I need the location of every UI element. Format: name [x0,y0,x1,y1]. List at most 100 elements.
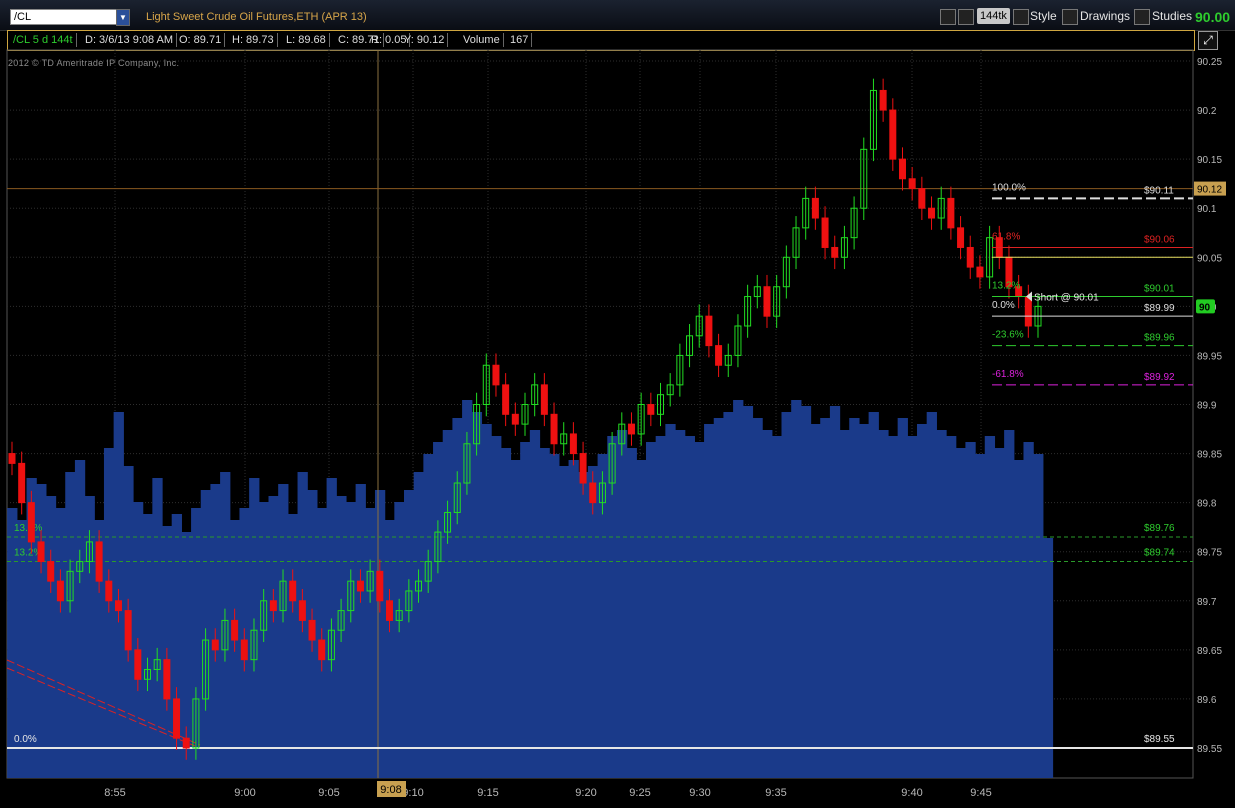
candle-body [569,433,577,455]
candle-body [908,178,916,190]
x-tick-label: 9:00 [234,787,255,799]
candle-body [144,668,152,680]
candle-body [415,580,423,592]
y-tick-label: 90.0 [1197,302,1217,313]
candle-body [37,541,45,563]
candle-body [395,610,403,621]
fib-price-left: $89.76 [1144,523,1175,534]
volume-bar [597,454,608,778]
fib-price-left: $89.74 [1144,548,1175,559]
symbol-description: Light Sweet Crude Oil Futures,ETH (APR 1… [146,11,367,23]
tick-aggregation-badge[interactable]: 144tk [977,8,1010,24]
x-tick-label: 9:25 [629,787,650,799]
candle-body [298,600,306,621]
x-tick-label: 9:40 [901,787,922,799]
candle-body [66,570,74,602]
candle-body [560,433,568,445]
volume-bar [820,418,831,778]
candle-body [289,580,297,602]
y-tick-label: 89.8 [1197,499,1217,510]
wrench-icon[interactable] [958,9,974,25]
x-tick-label: 9:05 [318,787,339,799]
candle-body [211,639,219,651]
candle-body [385,600,393,621]
candle-body [347,580,355,612]
volume-bar [36,484,47,778]
volume-bar [500,448,512,778]
plot-frame [6,49,1194,779]
studies-icon[interactable] [1134,9,1150,25]
x-tick-label: 9:45 [970,787,991,799]
drawings-button[interactable]: Drawings [1080,8,1130,24]
volume-bar [413,472,424,778]
candle-body [976,266,984,278]
volume-bar [26,478,37,778]
y-tick-label: 89.75 [1197,548,1222,559]
copyright-text: 2012 © TD Ameritrade IP Company, Inc. [8,58,180,68]
candle-body [308,619,316,641]
volume-bar [752,418,763,778]
candle-body [695,315,703,337]
volume-bar [239,508,250,778]
volume-bar [423,454,434,778]
volume-bar [839,430,850,778]
chart-label[interactable]: /CL 5 d 144t [10,33,77,47]
style-button[interactable]: Style [1030,8,1057,24]
volume-bar [578,472,589,778]
crosshair-tool-icon[interactable] [940,9,956,25]
volume-bar [742,406,754,778]
candle-body [105,580,113,602]
volume-bar [965,442,976,778]
price-chart[interactable]: 90.25 90.2 90.15 90.1 90.05 90.0 89.95 89.9 89.8… [0,0,1235,808]
candle-body [279,580,287,612]
current-price-label: 90 [1199,302,1211,313]
volume-bar [113,412,124,778]
volume-bar [520,442,531,778]
volume-bar [887,436,899,778]
volume-bar [675,430,686,778]
volume-bar [384,520,395,778]
volume-bar [800,406,812,778]
symbol-dropdown-button[interactable]: ▼ [116,9,130,26]
volume-bar [558,466,570,778]
volume-bar [1033,454,1044,778]
candle-body [705,315,713,347]
studies-button[interactable]: Studies [1152,8,1192,24]
candle-body [715,345,723,366]
symbol-input[interactable]: /CL [10,9,117,25]
volume-bar [326,478,337,778]
bar-open: O: 89.71 [176,33,226,47]
y-tick-label: 89.65 [1197,646,1222,657]
candle-body [589,482,597,504]
volume-bar [162,526,173,778]
volume-bar [568,460,579,778]
candle-body [444,511,452,533]
candle-body [1024,296,1032,327]
candle-body [511,413,519,425]
candle-body [492,364,500,386]
volume-bar [65,472,76,778]
candle-body [231,619,239,641]
y-tick-label: 89.95 [1197,351,1222,362]
candle-body [453,482,461,513]
volume-bar [307,490,318,778]
candle-body [18,462,26,504]
candle-body [928,207,936,219]
fib-price-label: $90.06 [1144,234,1175,245]
pencil-icon[interactable] [1062,9,1078,25]
volume-bar [626,448,637,778]
style-icon[interactable] [1013,9,1029,25]
x-tick-label: 9:15 [477,787,498,799]
candle-body [986,237,994,278]
candle-body [1015,286,1023,298]
drawing-tool-icon[interactable]: ⤢ [1198,31,1218,50]
volume-bar [655,436,666,778]
candle-body [995,237,1003,258]
volume-bar [84,496,95,778]
candle-body [734,325,742,356]
candle-body [250,629,258,661]
short-order-marker [1026,291,1032,302]
volume-bar [762,430,773,778]
candle-body [182,737,190,749]
y-tick-label: 89.6 [1197,695,1217,706]
